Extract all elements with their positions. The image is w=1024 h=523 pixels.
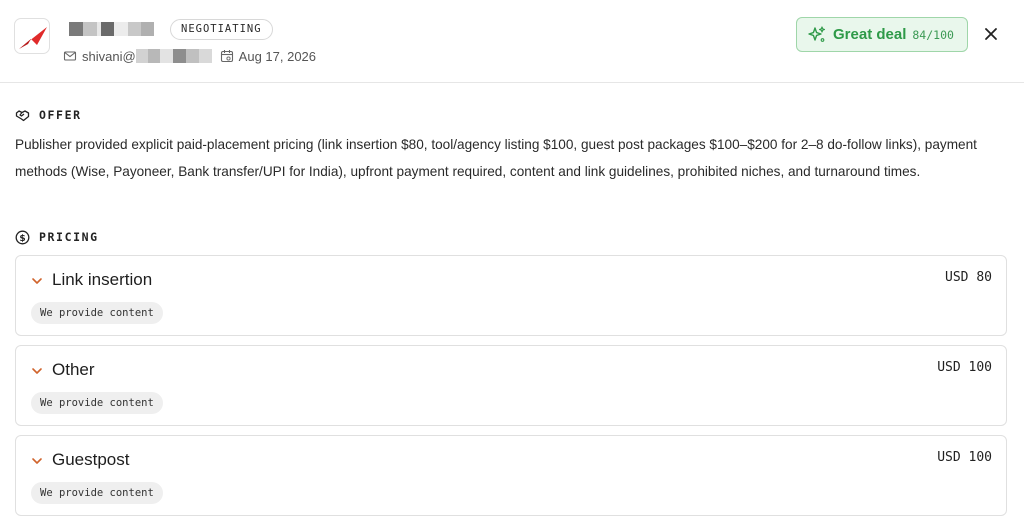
pricing-item-guestpost[interactable]: Guestpost USD 100 We provide content — [15, 435, 1007, 516]
pricing-item-name: Other — [52, 360, 95, 379]
offer-heading: OFFER — [15, 107, 82, 123]
redacted-email — [135, 49, 212, 63]
brand-logo — [14, 18, 50, 54]
deal-score: 84/100 — [912, 27, 954, 42]
header: NEGOTIATING shivani@ Aug 17, 2026 Great … — [0, 0, 1024, 83]
pricing-item-other[interactable]: Other USD 100 We provide content — [15, 345, 1007, 426]
content-tag: We provide content — [31, 392, 163, 414]
title-row: NEGOTIATING — [69, 18, 273, 40]
offer-description: Publisher provided explicit paid-placeme… — [15, 137, 977, 179]
chevron-down-icon[interactable] — [30, 274, 44, 288]
meta-row: shivani@ Aug 17, 2026 — [63, 47, 316, 65]
close-button[interactable] — [981, 24, 1001, 44]
content-tag: We provide content — [31, 482, 163, 504]
close-icon — [985, 28, 997, 40]
pricing-heading: $ PRICING — [15, 229, 99, 245]
offer-heading-label: OFFER — [39, 108, 82, 122]
date-text: Aug 17, 2026 — [238, 48, 317, 64]
deal-score-badge[interactable]: Great deal 84/100 — [796, 17, 968, 52]
pricing-item-price: USD 100 — [937, 360, 992, 375]
chevron-down-icon[interactable] — [30, 364, 44, 378]
email-text: shivani@ — [82, 48, 136, 64]
pricing-item-name: Guestpost — [52, 450, 130, 469]
deal-label: Great deal — [833, 26, 907, 43]
calendar-icon — [220, 49, 234, 63]
pricing-item-link-insertion[interactable]: Link insertion USD 80 We provide content — [15, 255, 1007, 336]
svg-text:$: $ — [19, 233, 25, 243]
pricing-item-price: USD 80 — [945, 270, 992, 285]
content-tag: We provide content — [31, 302, 163, 324]
pricing-item-name: Link insertion — [52, 270, 153, 289]
pricing-heading-label: PRICING — [39, 230, 99, 244]
mail-icon — [63, 49, 77, 63]
pricing-item-price: USD 100 — [937, 450, 992, 465]
handshake-icon — [15, 108, 30, 123]
status-badge: NEGOTIATING — [170, 18, 273, 40]
chevron-down-icon[interactable] — [30, 454, 44, 468]
dollar-circle-icon: $ — [15, 230, 30, 245]
sparkle-icon — [807, 25, 827, 45]
redacted-title — [69, 22, 154, 36]
